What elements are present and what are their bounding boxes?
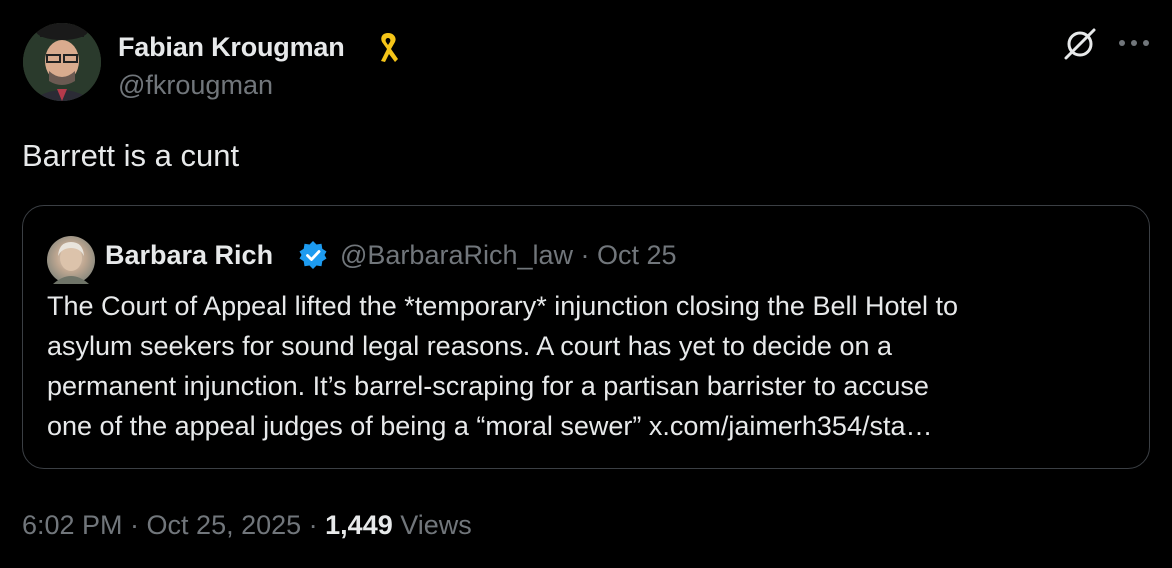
quoted-display-name[interactable]: Barbara Rich <box>105 240 273 271</box>
author-display-name[interactable]: Fabian Krougman <box>118 32 345 63</box>
quoted-line: one of the appeal judges of being a “mor… <box>47 411 933 441</box>
tweet-text: Barrett is a cunt <box>22 138 240 173</box>
grok-icon[interactable] <box>1062 26 1098 62</box>
timestamp[interactable]: 6:02 PM · Oct 25, 2025 · <box>22 510 325 540</box>
view-count: 1,449 <box>325 510 393 540</box>
tweet-meta: 6:02 PM · Oct 25, 2025 · 1,449 Views <box>22 510 472 541</box>
quoted-avatar[interactable] <box>47 236 95 284</box>
quoted-line: permanent injunction. It’s barrel-scrapi… <box>47 371 929 401</box>
quoted-tweet-card[interactable]: Barbara Rich @BarbaraRich_law · Oct 25 T… <box>22 205 1150 469</box>
author-handle[interactable]: @fkrougman <box>118 70 273 101</box>
quoted-handle-date[interactable]: @BarbaraRich_law · Oct 25 <box>340 240 677 271</box>
more-options-icon[interactable] <box>1117 38 1151 48</box>
quoted-line: asylum seekers for sound legal reasons. … <box>47 331 892 361</box>
avatar[interactable] <box>23 23 101 101</box>
quoted-tweet-text: The Court of Appeal lifted the *temporar… <box>47 286 1137 446</box>
verified-badge-icon <box>299 241 327 269</box>
yellow-ribbon-icon <box>381 33 398 62</box>
quoted-line: The Court of Appeal lifted the *temporar… <box>47 291 959 321</box>
views-label: Views <box>392 510 472 540</box>
